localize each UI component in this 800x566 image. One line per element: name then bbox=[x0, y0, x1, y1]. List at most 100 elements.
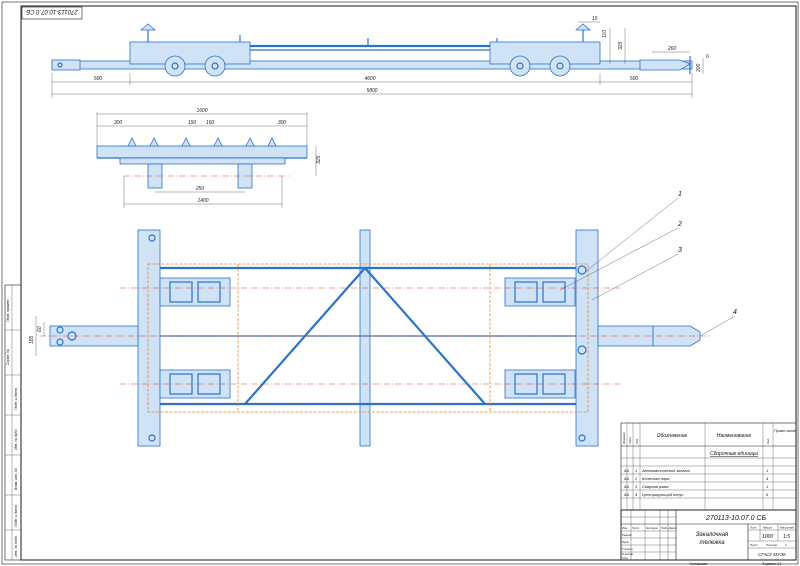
tb-list: Лист bbox=[631, 526, 640, 530]
sheet-inner-frame bbox=[20, 5, 797, 561]
wheel-icon bbox=[204, 55, 226, 77]
tb-title-1: Закалочная bbox=[696, 532, 729, 538]
spec-row: А4 4 Центрирующий конус 6 bbox=[623, 492, 769, 497]
svg-text:1: 1 bbox=[635, 468, 637, 473]
svg-text:Колесная пара: Колесная пара bbox=[642, 476, 670, 481]
svg-text:Автоматический захват: Автоматический захват bbox=[641, 468, 691, 473]
tb-sheets-count: 1 bbox=[785, 543, 787, 547]
spec-table: Формат Зона Поз. Обозначение Наименовани… bbox=[620, 422, 797, 511]
dim-500-left: 500 bbox=[94, 76, 103, 82]
sheet-outer-frame bbox=[1, 1, 799, 565]
stamp-inv-podl: Инв. № подл. bbox=[14, 535, 18, 557]
footer-format: Формат А1 bbox=[762, 562, 781, 566]
svg-text:А4: А4 bbox=[623, 484, 630, 489]
plan-wheelset-top-right bbox=[504, 277, 576, 307]
tb-data: Дата bbox=[668, 526, 677, 530]
plan-right-end-plate bbox=[575, 229, 599, 447]
spec-row: А4 1 Автоматический захват 1 bbox=[623, 468, 768, 473]
stamp-vzam-inv: Взам. инв. № bbox=[14, 468, 18, 490]
svg-text:3: 3 bbox=[635, 484, 638, 489]
dim-1600: 1600 bbox=[196, 108, 207, 114]
stamp-podp-1: Подп. и дата bbox=[14, 388, 18, 410]
section-title: Сборочные единицы bbox=[710, 451, 758, 457]
top-code-text: 270113-10.07.0 СБ bbox=[26, 8, 79, 14]
dim-6: 6 bbox=[706, 54, 709, 60]
dim-325a: 325 bbox=[618, 41, 624, 50]
stamp-perv-primen: Перв. примен. bbox=[6, 299, 10, 322]
stamp-podp-2: Подп. и дата bbox=[14, 505, 18, 527]
dim-15: 15 bbox=[592, 16, 598, 22]
title-block: Изм Лист № докум. Подп. Дата Разраб. Про… bbox=[620, 509, 797, 561]
hdr-zone: Зона bbox=[628, 437, 632, 444]
tb-role-prov: Пров. bbox=[622, 540, 630, 544]
hdr-designation: Обозначение bbox=[657, 433, 688, 439]
dim-5800: 5800 bbox=[366, 88, 377, 94]
spec-row: А4 3 Сварная рама 1 bbox=[623, 484, 768, 489]
end-view-posts bbox=[127, 137, 277, 147]
dim-4600: 4600 bbox=[364, 76, 375, 82]
dim-150-b: 150 bbox=[206, 120, 215, 126]
callout-2: 2 bbox=[677, 221, 682, 228]
side-right-coupler bbox=[639, 59, 691, 71]
tb-role-razrab: Разраб. bbox=[622, 533, 632, 537]
callout-4: 4 bbox=[733, 309, 737, 316]
dim-185: 185 bbox=[29, 335, 35, 344]
dim-250: 250 bbox=[195, 186, 205, 192]
dim-300-b: 300 bbox=[278, 120, 287, 126]
tb-col-scale: Масштаб bbox=[780, 526, 794, 530]
dim-110: 110 bbox=[602, 30, 608, 38]
callout-1: 1 bbox=[678, 191, 682, 198]
dim-260: 260 bbox=[667, 46, 677, 52]
side-left-coupler bbox=[51, 59, 81, 71]
spec-row: А4 2 Колесная пара 4 bbox=[623, 476, 769, 481]
tb-sheets: Листов bbox=[765, 543, 777, 547]
tb-sheet: Лист bbox=[749, 543, 758, 547]
tb-mass: 1000 bbox=[762, 534, 773, 540]
callout-3: 3 bbox=[678, 247, 682, 254]
plan-wheelset-top-left bbox=[159, 277, 231, 307]
tb-podp: Подп. bbox=[661, 526, 669, 530]
dim-325b: 325 bbox=[316, 155, 322, 164]
svg-text:Сварная рама: Сварная рама bbox=[642, 484, 669, 489]
svg-text:1: 1 bbox=[766, 468, 768, 473]
dim-60: 60 bbox=[37, 326, 43, 332]
tb-title-2: тележка bbox=[699, 540, 725, 546]
plan-left-end-plate bbox=[137, 229, 161, 447]
svg-text:Центрирующий конус: Центрирующий конус bbox=[642, 492, 684, 497]
dim-500-right: 500 bbox=[630, 76, 639, 82]
top-code-box: 270113-10.07.0 СБ bbox=[21, 6, 83, 20]
tb-scale: 1:5 bbox=[783, 534, 790, 540]
hdr-note: Приме-чание bbox=[774, 429, 796, 433]
tb-role-utv: Утв. bbox=[622, 556, 629, 560]
tb-code: 270113-10.07.0 СБ bbox=[705, 515, 767, 522]
tb-col-lit: Лит. bbox=[749, 526, 757, 530]
hdr-qty: Кол. bbox=[766, 438, 770, 444]
hdr-pos: Поз. bbox=[635, 438, 639, 444]
footer-copied: Копировал bbox=[690, 562, 707, 566]
engineering-drawing: 270113-10.07.0 СБ Перв. примен. Справ. №… bbox=[1, 1, 799, 566]
dim-300-a: 300 bbox=[114, 120, 123, 126]
svg-text:А4: А4 bbox=[623, 476, 630, 481]
dim-1400: 1400 bbox=[197, 198, 208, 204]
svg-text:А4: А4 bbox=[623, 468, 630, 473]
hdr-format: Формат bbox=[622, 432, 626, 444]
wheel-icon bbox=[509, 55, 531, 77]
svg-text:6: 6 bbox=[766, 492, 769, 497]
tb-ndokum: № докум. bbox=[646, 526, 659, 530]
tb-role-tkontr: Т.контр. bbox=[622, 547, 634, 551]
plan-center-crossbar bbox=[359, 229, 371, 447]
tb-col-mass: Масса bbox=[763, 526, 772, 530]
svg-text:2: 2 bbox=[634, 476, 638, 481]
wheel-icon bbox=[549, 55, 571, 77]
svg-text:1: 1 bbox=[766, 484, 768, 489]
dim-150-a: 150 bbox=[188, 120, 197, 126]
stamp-inv-dubl: Инв. № дубл. bbox=[14, 428, 18, 450]
svg-text:4: 4 bbox=[766, 476, 769, 481]
end-view-beam bbox=[96, 145, 308, 159]
dim-200: 200 bbox=[696, 63, 702, 73]
tb-izm: Изм bbox=[622, 526, 627, 530]
wheel-icon bbox=[164, 55, 186, 77]
stamp-sprav: Справ. № bbox=[6, 349, 10, 365]
hdr-name: Наименование bbox=[717, 433, 752, 439]
svg-text:4: 4 bbox=[635, 492, 638, 497]
